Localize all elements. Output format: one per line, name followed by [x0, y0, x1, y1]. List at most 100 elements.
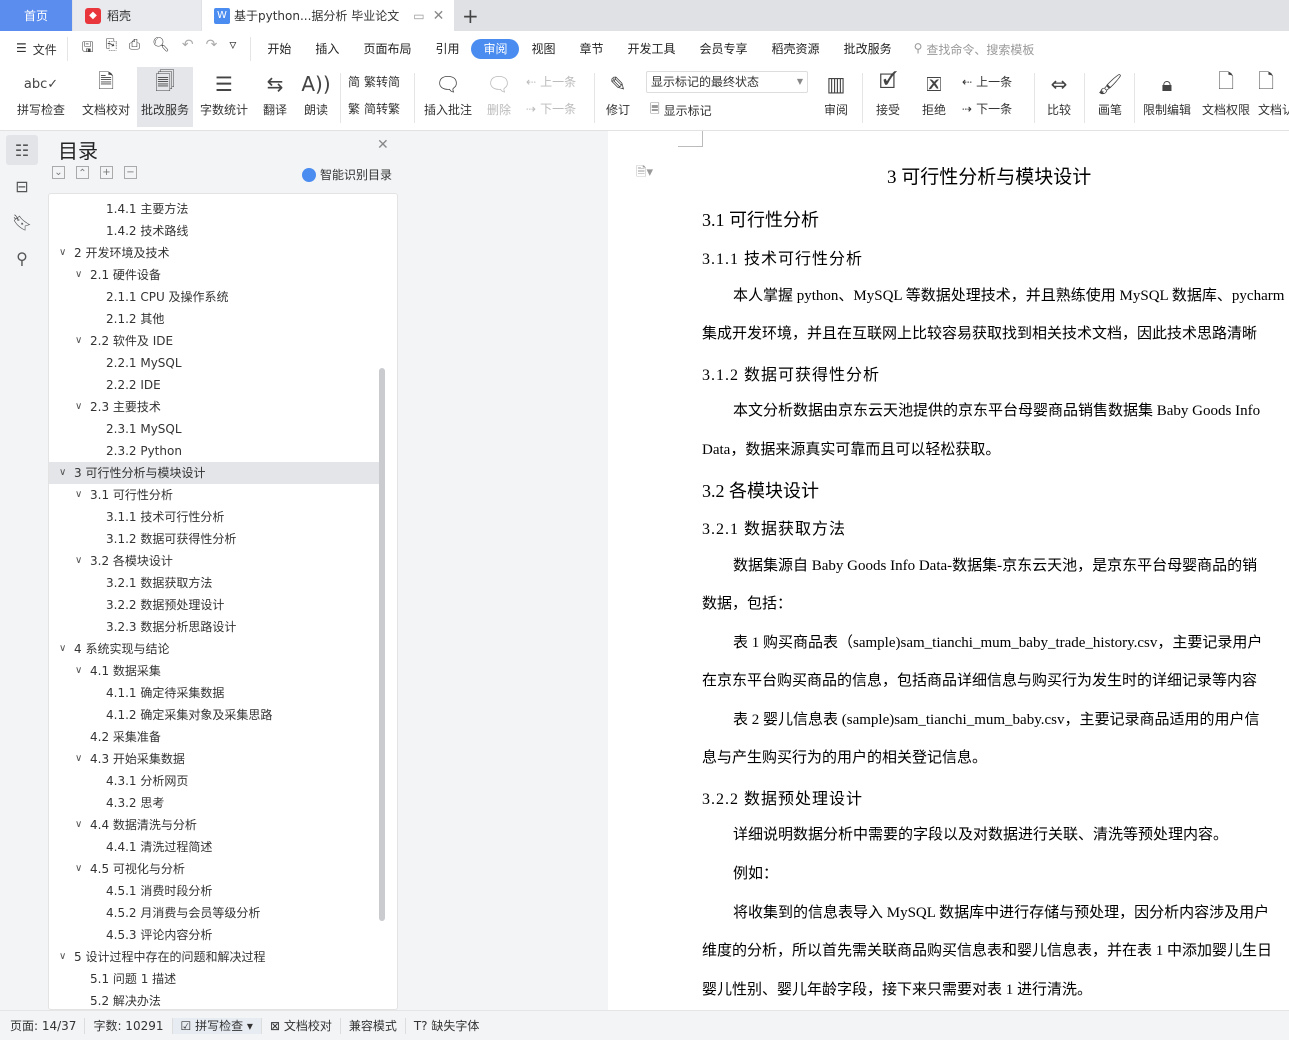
new-tab-button[interactable]: + — [462, 0, 479, 31]
chevron-down-icon[interactable]: ∨ — [59, 242, 66, 264]
toc-item[interactable]: ∨ 4.1 数据采集 — [49, 660, 379, 682]
toc-item[interactable]: ∨ 5 设计过程中存在的问题和解决过程 — [49, 946, 379, 968]
ribbon-tab[interactable]: 视图 — [519, 39, 567, 59]
compare-button[interactable]: ⇔ 比较 — [1040, 67, 1078, 127]
chevron-down-icon[interactable]: ∨ — [59, 462, 66, 484]
prev-change-button[interactable]: ⇠ 上一条 — [962, 73, 1012, 90]
export-icon[interactable]: ⎘ — [106, 37, 117, 61]
toc-item[interactable]: 1.4.1 主要方法 — [49, 198, 379, 220]
trad-to-simp-button[interactable]: 简繁转简 — [348, 73, 400, 90]
ribbon-tab[interactable]: 引用 — [423, 39, 471, 59]
doc-proof-button[interactable]: 🗎 文档校对 — [78, 67, 134, 127]
chevron-down-icon[interactable]: ∨ — [75, 264, 82, 286]
expand-all-icon[interactable]: + — [100, 166, 113, 179]
expand-down-icon[interactable]: ⌄ — [52, 166, 65, 179]
ribbon-tab[interactable]: 开始 — [255, 39, 303, 59]
ribbon-tab[interactable]: 会员专享 — [688, 39, 760, 59]
toc-item[interactable]: 3.2.1 数据获取方法 — [49, 572, 379, 594]
toc-scrollbar[interactable] — [379, 368, 385, 921]
close-panel-icon[interactable]: ✕ — [377, 137, 389, 153]
close-tab-icon[interactable]: ✕ — [433, 8, 445, 24]
translate-button[interactable]: ⇆ 翻译 — [255, 67, 295, 127]
toc-item[interactable]: ∨ 4 系统实现与结论 — [49, 638, 379, 660]
file-menu[interactable]: ☰ 文件 — [0, 41, 67, 58]
toc-item[interactable]: ∨ 4.3 开始采集数据 — [49, 748, 379, 770]
toc-item[interactable]: 4.5.2 月消费与会员等级分析 — [49, 902, 379, 924]
status-proof[interactable]: ⊠ 文档校对 — [262, 1017, 341, 1034]
toc-item[interactable]: 2.3.2 Python — [49, 440, 379, 462]
collapse-up-icon[interactable]: ⌃ — [76, 166, 89, 179]
word-count-button[interactable]: ☰ 字数统计 — [197, 67, 251, 127]
doc-permission-button[interactable]: 🗋 文档权限 — [1199, 67, 1253, 127]
ribbon-tab[interactable]: 页面布局 — [351, 39, 423, 59]
toc-item[interactable]: ∨ 3.2 各模块设计 — [49, 550, 379, 572]
doc-cert-button[interactable]: 🗋 文档认 — [1258, 67, 1289, 127]
toc-item[interactable]: ∨ 2.1 硬件设备 — [49, 264, 379, 286]
toc-item[interactable]: ∨ 4.4 数据清洗与分析 — [49, 814, 379, 836]
page-indicator[interactable]: 页面: 14/37 — [0, 1017, 86, 1034]
toc-item[interactable]: 4.3.1 分析网页 — [49, 770, 379, 792]
toc-item[interactable]: 2.1.2 其他 — [49, 308, 379, 330]
print-icon[interactable]: ⎙ — [129, 37, 140, 61]
word-count[interactable]: 字数: 10291 — [85, 1017, 173, 1034]
ribbon-tab[interactable]: 审阅 — [471, 39, 520, 59]
chevron-down-icon[interactable]: ∨ — [75, 858, 82, 880]
track-changes-button[interactable]: ✎ 修订 — [600, 67, 636, 127]
chapter-nav-icon[interactable]: ⊟ — [6, 171, 38, 201]
chevron-down-icon[interactable]: ∨ — [75, 484, 82, 506]
toc-item[interactable]: 3.2.3 数据分析思路设计 — [49, 616, 379, 638]
chevron-down-icon[interactable]: ∨ — [59, 638, 66, 660]
find-icon[interactable]: ⚲ — [6, 243, 38, 273]
toc-item[interactable]: 2.1.1 CPU 及操作系统 — [49, 286, 379, 308]
read-aloud-button[interactable]: A)) 朗读 — [298, 67, 334, 127]
reject-button[interactable]: 🗷 拒绝 — [916, 67, 952, 127]
review-service-button[interactable]: 🗐 批改服务 — [137, 67, 193, 127]
chevron-down-icon[interactable]: ∨ — [75, 330, 82, 352]
ribbon-tab[interactable]: 插入 — [303, 39, 351, 59]
document-page[interactable]: 🗎▾ 3 可行性分析与模块设计 3.1 可行性分析 3.1.1 技术可行性分析 本人掌… — [608, 131, 1289, 1010]
ribbon-tab[interactable]: 开发工具 — [616, 39, 688, 59]
review-pane-button[interactable]: ▥ 审阅 — [816, 67, 856, 127]
tab-daoke[interactable]: ◆ 稻壳 — [73, 0, 201, 31]
toc-item[interactable]: 4.4.1 清洗过程简述 — [49, 836, 379, 858]
toc-item[interactable]: 5.2 解决办法 — [49, 990, 379, 1009]
smart-toc-button[interactable]: 智能识别目录 — [302, 166, 392, 183]
toc-item[interactable]: 2.2.1 MySQL — [49, 352, 379, 374]
collapse-all-icon[interactable]: − — [124, 166, 137, 179]
undo-icon[interactable]: ↶ — [182, 37, 194, 61]
toc-item[interactable]: 3.2.2 数据预处理设计 — [49, 594, 379, 616]
toc-item[interactable]: 2.3.1 MySQL — [49, 418, 379, 440]
chevron-down-icon[interactable]: ∨ — [59, 946, 66, 968]
chevron-down-icon[interactable]: ∨ — [75, 814, 82, 836]
paragraph-options-icon[interactable]: 🗎▾ — [636, 163, 653, 185]
tab-document[interactable]: W 基于python...据分析 毕业论文 ▭ ✕ — [202, 0, 454, 31]
toc-item[interactable]: 5.1 问题 1 描述 — [49, 968, 379, 990]
toc-nav-icon[interactable]: ☷ — [6, 135, 38, 165]
print-preview-icon[interactable]: 🔍︎ — [152, 37, 170, 61]
toc-item[interactable]: ∨ 2.2 软件及 IDE — [49, 330, 379, 352]
spell-check-button[interactable]: abc✓ 拼写检查 — [8, 67, 74, 127]
show-markup-button[interactable]: 🗏 显示标记 — [650, 100, 712, 121]
toc-item[interactable]: 4.5.3 评论内容分析 — [49, 924, 379, 946]
toc-item[interactable]: ∨ 3 可行性分析与模块设计 — [49, 462, 379, 484]
status-spell-check[interactable]: ☑ 拼写检查 ▾ — [172, 1017, 262, 1034]
save-icon[interactable]: 🖫 — [82, 37, 94, 61]
bookmark-icon[interactable]: 🔖︎ — [6, 207, 38, 237]
chevron-down-icon[interactable]: ∨ — [75, 396, 82, 418]
next-change-button[interactable]: ⇢ 下一条 — [962, 100, 1012, 117]
toc-item[interactable]: 4.2 采集准备 — [49, 726, 379, 748]
simp-to-trad-button[interactable]: 繁简转繁 — [348, 100, 400, 117]
chevron-down-icon[interactable]: ∨ — [75, 550, 82, 572]
chevron-down-icon[interactable]: ∨ — [75, 748, 82, 770]
toc-item[interactable]: ∨ 3.1 可行性分析 — [49, 484, 379, 506]
next-comment-button[interactable]: ⇢ 下一条 — [526, 100, 576, 117]
ribbon-tab[interactable]: 稻壳资源 — [760, 39, 832, 59]
tab-home[interactable]: 首页 — [0, 0, 72, 31]
toc-item[interactable]: 4.1.2 确定采集对象及采集思路 — [49, 704, 379, 726]
toc-item[interactable]: ∨ 2.3 主要技术 — [49, 396, 379, 418]
prev-comment-button[interactable]: ⇠ 上一条 — [526, 73, 576, 90]
command-search[interactable]: ⚲ 查找命令、搜索模板 — [914, 41, 1035, 58]
delete-comment-button[interactable]: 🗨 删除 — [480, 67, 518, 127]
toc-item[interactable]: 3.1.2 数据可获得性分析 — [49, 528, 379, 550]
customize-dropdown-icon[interactable]: ▿ — [229, 37, 236, 61]
